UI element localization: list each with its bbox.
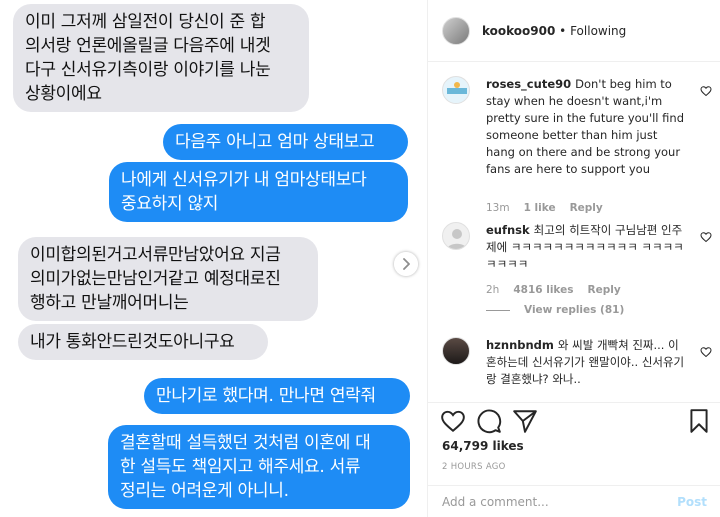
comment-list: roses_cute90 Don't beg him to stay when h… xyxy=(428,62,720,402)
post-header: kookoo900 • Following xyxy=(428,0,720,62)
share-icon[interactable] xyxy=(512,408,538,434)
post-timestamp: 2 HOURS AGO xyxy=(442,462,506,472)
heart-icon[interactable] xyxy=(700,231,712,243)
add-comment-bar: Post xyxy=(428,485,720,517)
message-bubble-outgoing: 만나기로 했다며. 만나면 연락줘 xyxy=(144,378,410,414)
view-replies-button[interactable]: View replies (81) xyxy=(486,304,624,316)
avatar[interactable] xyxy=(442,16,470,45)
post-username[interactable]: kookoo900 xyxy=(482,24,555,38)
comment-content: Don't beg him to stay when he doesn't wa… xyxy=(486,77,684,176)
message-bubble-incoming: 내가 통화안드린것도아니구요 xyxy=(18,324,268,360)
message-bubble-incoming: 이미 그저께 삼일전이 당신이 준 합 의서랑 언론에올릴글 다음주에 내겟 다… xyxy=(13,4,309,112)
commenter-avatar[interactable] xyxy=(442,222,470,250)
message-bubble-outgoing: 결혼할때 설득했던 것처럼 이혼에 대 한 설득도 책임지고 해주세요. 서류 … xyxy=(108,425,410,509)
comment-text: hznnbndm 와 씨발 개빡쳐 진짜... 이혼하는데 신서유기가 왠말이야.… xyxy=(486,337,686,388)
comment-username[interactable]: roses_cute90 xyxy=(486,77,571,91)
comment-meta: 2h 4816 likes Reply xyxy=(486,284,635,296)
separator-dot: • xyxy=(559,23,567,38)
replies-divider xyxy=(486,309,510,311)
message-screenshot: 이미 그저께 삼일전이 당신이 준 합 의서랑 언론에올릴글 다음주에 내겟 다… xyxy=(0,0,427,517)
reply-button[interactable]: Reply xyxy=(588,284,621,296)
commenter-avatar[interactable] xyxy=(442,337,470,365)
comment-username[interactable]: eufnsk xyxy=(486,223,530,237)
post-side-panel: kookoo900 • Following roses_cute90 Don't … xyxy=(427,0,720,517)
message-bubble-outgoing: 나에게 신서유기가 내 엄마상태보다 중요하지 않지 xyxy=(109,162,408,222)
follow-status[interactable]: Following xyxy=(570,24,626,38)
comment-likes[interactable]: 1 like xyxy=(524,202,556,214)
view-replies-label: View replies (81) xyxy=(524,304,625,316)
comment-meta: 13m 1 like Reply xyxy=(486,202,617,214)
comment-likes[interactable]: 4816 likes xyxy=(513,284,573,296)
next-image-button[interactable] xyxy=(394,252,418,276)
bookmark-icon[interactable] xyxy=(686,408,712,434)
post-actions: 64,799 likes 2 HOURS AGO xyxy=(428,402,720,482)
comment-input[interactable] xyxy=(442,494,678,509)
commenter-avatar[interactable] xyxy=(442,76,470,104)
post-header-text: kookoo900 • Following xyxy=(482,24,626,38)
reply-button[interactable]: Reply xyxy=(570,202,603,214)
message-bubble-outgoing: 다음주 아니고 엄마 상태보고 xyxy=(163,124,408,160)
message-bubble-incoming: 이미합의된거고서류만남았어요 지금 의미가없는만남인거같고 예정대로진 행하고 … xyxy=(18,237,318,321)
comment-text: eufnsk 최고의 히트작이 구님남편 인주제에 ㅋㅋㅋㅋㅋㅋㅋㅋㅋㅋㅋㅋ ㅋㅋ… xyxy=(486,222,686,273)
comment-username[interactable]: hznnbndm xyxy=(486,338,554,352)
default-avatar-icon xyxy=(447,229,467,249)
comment-time: 2h xyxy=(486,284,500,296)
comment-text: roses_cute90 Don't beg him to stay when h… xyxy=(486,76,686,178)
comment-time: 13m xyxy=(486,202,510,214)
heart-icon[interactable] xyxy=(700,85,712,97)
avatar-graphic-icon xyxy=(447,82,467,94)
heart-icon[interactable] xyxy=(700,346,712,358)
post-button[interactable]: Post xyxy=(677,495,707,509)
heart-icon[interactable] xyxy=(440,408,466,434)
likes-count[interactable]: 64,799 likes xyxy=(442,439,524,453)
comment-icon[interactable] xyxy=(476,408,502,434)
chevron-right-icon xyxy=(403,258,410,270)
